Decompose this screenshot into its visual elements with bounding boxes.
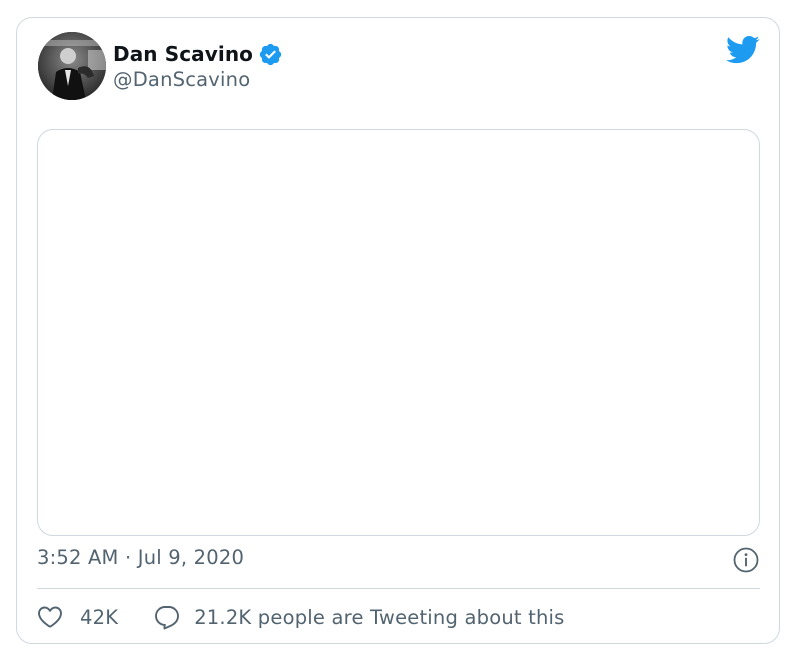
info-icon[interactable] xyxy=(733,547,759,573)
twitter-bird-icon[interactable] xyxy=(726,35,760,65)
author-avatar[interactable] xyxy=(38,32,106,100)
like-count: 42K xyxy=(80,605,119,629)
tweet-card[interactable]: Dan Scavino @DanScavino 3:52 AM · Jul 9,… xyxy=(16,17,780,644)
author-name-row: Dan Scavino xyxy=(113,40,283,68)
comment-icon xyxy=(155,606,180,630)
tweet-timestamp[interactable]: 3:52 AM · Jul 9, 2020 xyxy=(37,546,244,569)
tweeting-about-button[interactable]: 21.2K people are Tweeting about this xyxy=(154,604,564,630)
tweet-media-frame[interactable] xyxy=(37,129,760,536)
author-handle[interactable]: @DanScavino xyxy=(113,68,250,91)
author-display-name[interactable]: Dan Scavino xyxy=(113,42,253,66)
verified-badge-icon xyxy=(258,42,283,67)
tweet-actions: 42K 21.2K people are Tweeting about this xyxy=(37,602,565,632)
profile-photo-icon xyxy=(38,32,106,100)
heart-icon xyxy=(38,606,62,628)
tweeting-about-label: 21.2K people are Tweeting about this xyxy=(194,605,565,629)
divider xyxy=(37,588,760,589)
like-button[interactable]: 42K xyxy=(37,605,118,629)
